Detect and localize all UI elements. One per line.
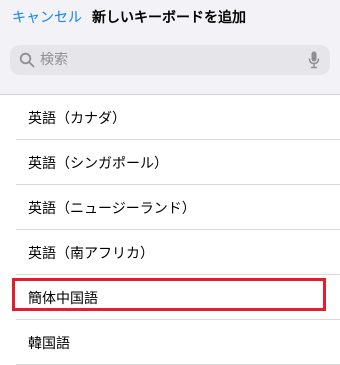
list-item-korean[interactable]: 韓国語 [0,320,340,365]
search-input[interactable] [40,49,300,71]
list-item-english-south-africa[interactable]: 英語（南アフリカ） [0,230,340,275]
list-item-label: 英語（ニュージーランド） [28,201,196,217]
search-icon [19,52,35,68]
list-item-label: 英語（シンガポール） [28,156,168,172]
page-title: 新しいキーボードを追加 [92,10,246,26]
list-item-simplified-chinese[interactable]: 簡体中国語 [0,275,340,320]
search-bar[interactable] [10,45,330,75]
keyboard-list: 英語（カナダ） 英語（シンガポール） 英語（ニュージーランド） 英語（南アフリカ… [0,94,340,365]
list-item-label: 簡体中国語 [28,291,98,307]
cancel-button[interactable]: キャンセル [12,7,82,27]
list-item-label: 英語（南アフリカ） [28,246,154,262]
list-item-label: 英語（カナダ） [28,111,126,127]
list-item-english-singapore[interactable]: 英語（シンガポール） [0,140,340,185]
navigation-bar: キャンセル 新しいキーボードを追加 [0,0,340,36]
list-item-english-canada[interactable]: 英語（カナダ） [0,95,340,140]
list-item-english-new-zealand[interactable]: 英語（ニュージーランド） [0,185,340,230]
microphone-icon[interactable] [308,51,320,69]
list-item-label: 韓国語 [28,336,70,352]
